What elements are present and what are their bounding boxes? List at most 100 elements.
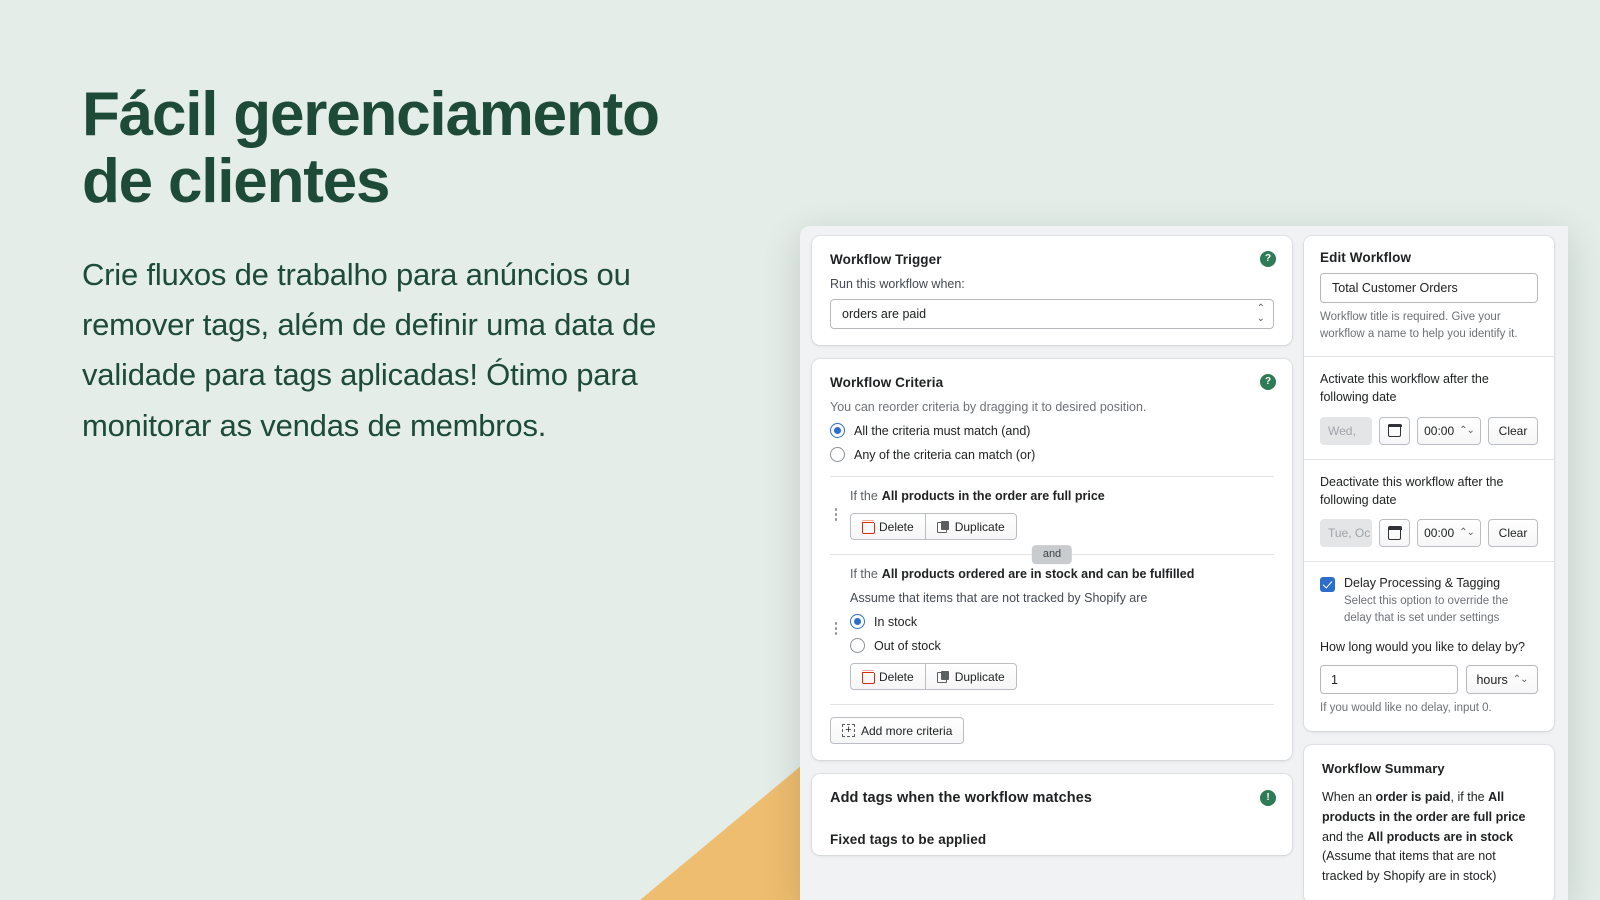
- hero-section: Fácil gerenciamento de clientes Crie flu…: [82, 80, 782, 451]
- add-tags-title: Add tags when the workflow matches: [830, 790, 1093, 806]
- stock-option-out-of-stock[interactable]: Out of stock: [850, 638, 1274, 653]
- drag-handle-icon[interactable]: [830, 622, 840, 635]
- duplicate-button[interactable]: Duplicate: [925, 513, 1017, 540]
- calendar-icon: [1387, 423, 1402, 438]
- activate-date-block: Activate this workflow after the followi…: [1304, 356, 1554, 459]
- match-option-any[interactable]: Any of the criteria can match (or): [830, 447, 1274, 462]
- radio-any-icon[interactable]: [830, 447, 845, 462]
- activate-calendar-button[interactable]: [1379, 416, 1410, 445]
- workflow-trigger-card: Workflow Trigger ? Run this workflow whe…: [812, 236, 1292, 345]
- criterion-row: If the All products in the order are full…: [830, 477, 1274, 540]
- activate-date-placeholder: Wed,: [1328, 423, 1356, 438]
- delete-button[interactable]: Delete: [850, 513, 926, 540]
- summary-text-run: When an: [1322, 790, 1376, 805]
- deactivate-clear-label: Clear: [1498, 526, 1528, 541]
- workflow-name-block: Edit Workflow Total Customer Orders Work…: [1304, 236, 1554, 356]
- delay-checkbox-row[interactable]: Delay Processing & Tagging Select this o…: [1320, 576, 1538, 626]
- hero-subtitle: Crie fluxos de trabalho para anúncios ou…: [82, 256, 657, 443]
- add-criteria-row: + Add more criteria: [830, 717, 1274, 744]
- delay-unit-select[interactable]: hours ⌃⌄: [1466, 665, 1538, 695]
- summary-text-run: (Assume that items that are not tracked …: [1322, 849, 1497, 884]
- radio-in-stock-icon[interactable]: [850, 614, 865, 629]
- deactivate-time-select[interactable]: 00:00 ⌃⌄: [1417, 519, 1481, 548]
- criterion-body: If the All products in the order are full…: [850, 489, 1274, 540]
- summary-emphasis: order is paid: [1375, 790, 1451, 805]
- criterion-actions: Delete Duplicate: [850, 663, 1274, 690]
- activate-date-input[interactable]: Wed,: [1320, 416, 1372, 445]
- workflow-name-value: Total Customer Orders: [1332, 281, 1458, 295]
- drag-handle-icon[interactable]: [830, 508, 840, 521]
- duplicate-button-label: Duplicate: [954, 669, 1005, 684]
- duplicate-button[interactable]: Duplicate: [925, 663, 1017, 690]
- deactivate-clear-button[interactable]: Clear: [1488, 519, 1538, 548]
- workflow-summary-title: Workflow Summary: [1322, 761, 1445, 777]
- delay-hint: If you would like no delay, input 0.: [1320, 702, 1492, 715]
- criterion-row: If the All products ordered are in stock …: [830, 555, 1274, 690]
- criterion-body: If the All products ordered are in stock …: [850, 567, 1274, 690]
- activate-date-controls: Wed, 00:00 ⌃⌄ Clear: [1320, 416, 1538, 445]
- activate-time-select[interactable]: 00:00 ⌃⌄: [1417, 416, 1481, 445]
- fixed-tags-label: Fixed tags to be applied: [830, 832, 987, 847]
- workflow-criteria-card: Workflow Criteria ? You can reorder crit…: [812, 359, 1292, 760]
- criteria-joiner: and: [830, 544, 1274, 565]
- criterion-prefix: If the: [850, 567, 878, 581]
- match-option-all-label: All the criteria must match (and): [854, 423, 1031, 438]
- delete-button-label: Delete: [879, 519, 914, 534]
- duplicate-icon: [936, 670, 949, 683]
- deactivate-time-value: 00:00: [1424, 526, 1455, 541]
- page-title: Fácil gerenciamento de clientes: [82, 80, 660, 216]
- stock-option-in-stock[interactable]: In stock: [850, 614, 1274, 629]
- match-option-any-label: Any of the criteria can match (or): [854, 447, 1036, 462]
- activate-time-value: 00:00: [1424, 423, 1455, 438]
- delete-button-label: Delete: [879, 669, 914, 684]
- workflow-criteria-title: Workflow Criteria: [830, 375, 944, 390]
- question-mark-icon[interactable]: ?: [1260, 374, 1276, 390]
- delay-checkbox[interactable]: [1320, 577, 1335, 593]
- deactivate-date-input[interactable]: Tue, Oc: [1320, 519, 1372, 548]
- activate-date-label: Activate this workflow after the followi…: [1320, 372, 1489, 405]
- delete-button[interactable]: Delete: [850, 663, 926, 690]
- criterion-actions: Delete Duplicate: [850, 513, 1274, 540]
- criterion-prefix: If the: [850, 489, 878, 503]
- summary-emphasis: All products are in stock: [1367, 829, 1514, 844]
- workflow-name-input[interactable]: Total Customer Orders: [1320, 273, 1538, 303]
- calendar-icon: [1387, 526, 1402, 540]
- edit-workflow-card: Edit Workflow Total Customer Orders Work…: [1304, 236, 1554, 732]
- trash-icon: [861, 521, 875, 534]
- chevron-updown-icon: ⌃⌄: [1459, 527, 1475, 539]
- deactivate-calendar-button[interactable]: [1379, 519, 1410, 548]
- workflow-summary-text: When an order is paid, if the All produc…: [1322, 788, 1536, 887]
- trigger-select[interactable]: orders are paid ⌃ ⌄: [830, 299, 1274, 329]
- stock-option-in-stock-label: In stock: [874, 614, 918, 629]
- add-more-criteria-label: Add more criteria: [861, 723, 953, 738]
- side-column: Edit Workflow Total Customer Orders Work…: [1304, 236, 1554, 900]
- deactivate-date-block: Deactivate this workflow after the follo…: [1304, 458, 1554, 562]
- app-screenshot-panel: Workflow Trigger ? Run this workflow whe…: [800, 226, 1568, 900]
- radio-out-of-stock-icon[interactable]: [850, 638, 865, 653]
- radio-all-icon[interactable]: [830, 423, 845, 438]
- workflow-trigger-title: Workflow Trigger: [830, 252, 942, 267]
- criteria-hint: You can reorder criteria by dragging it …: [830, 400, 1147, 414]
- decorative-triangle: [640, 750, 820, 900]
- criterion-name: All products in the order are full price: [881, 489, 1105, 503]
- main-column: Workflow Trigger ? Run this workflow whe…: [812, 236, 1292, 900]
- criterion-heading: If the All products in the order are full…: [850, 489, 1274, 503]
- chevron-updown-icon: ⌃⌄: [1256, 303, 1265, 324]
- joiner-badge: and: [1031, 544, 1073, 565]
- activate-clear-button[interactable]: Clear: [1488, 416, 1538, 445]
- activate-clear-label: Clear: [1498, 423, 1528, 438]
- divider: [830, 704, 1274, 705]
- exclamation-icon[interactable]: !: [1260, 790, 1276, 806]
- summary-text-run: , if the: [1450, 790, 1489, 805]
- criterion-name: All products ordered are in stock and ca…: [881, 567, 1195, 581]
- add-more-criteria-button[interactable]: + Add more criteria: [830, 717, 965, 744]
- delay-amount-value: 1: [1331, 672, 1338, 687]
- question-mark-icon[interactable]: ?: [1260, 251, 1276, 267]
- chevron-updown-icon: ⌃⌄: [1459, 424, 1475, 436]
- deactivate-date-placeholder: Tue, Oc: [1328, 526, 1371, 541]
- match-option-all[interactable]: All the criteria must match (and): [830, 423, 1274, 438]
- deactivate-date-controls: Tue, Oc 00:00 ⌃⌄ Clear: [1320, 519, 1538, 548]
- delay-checkbox-help: Select this option to override the delay…: [1344, 595, 1509, 625]
- delay-amount-input[interactable]: 1: [1320, 665, 1458, 695]
- deactivate-date-label: Deactivate this workflow after the follo…: [1320, 474, 1504, 507]
